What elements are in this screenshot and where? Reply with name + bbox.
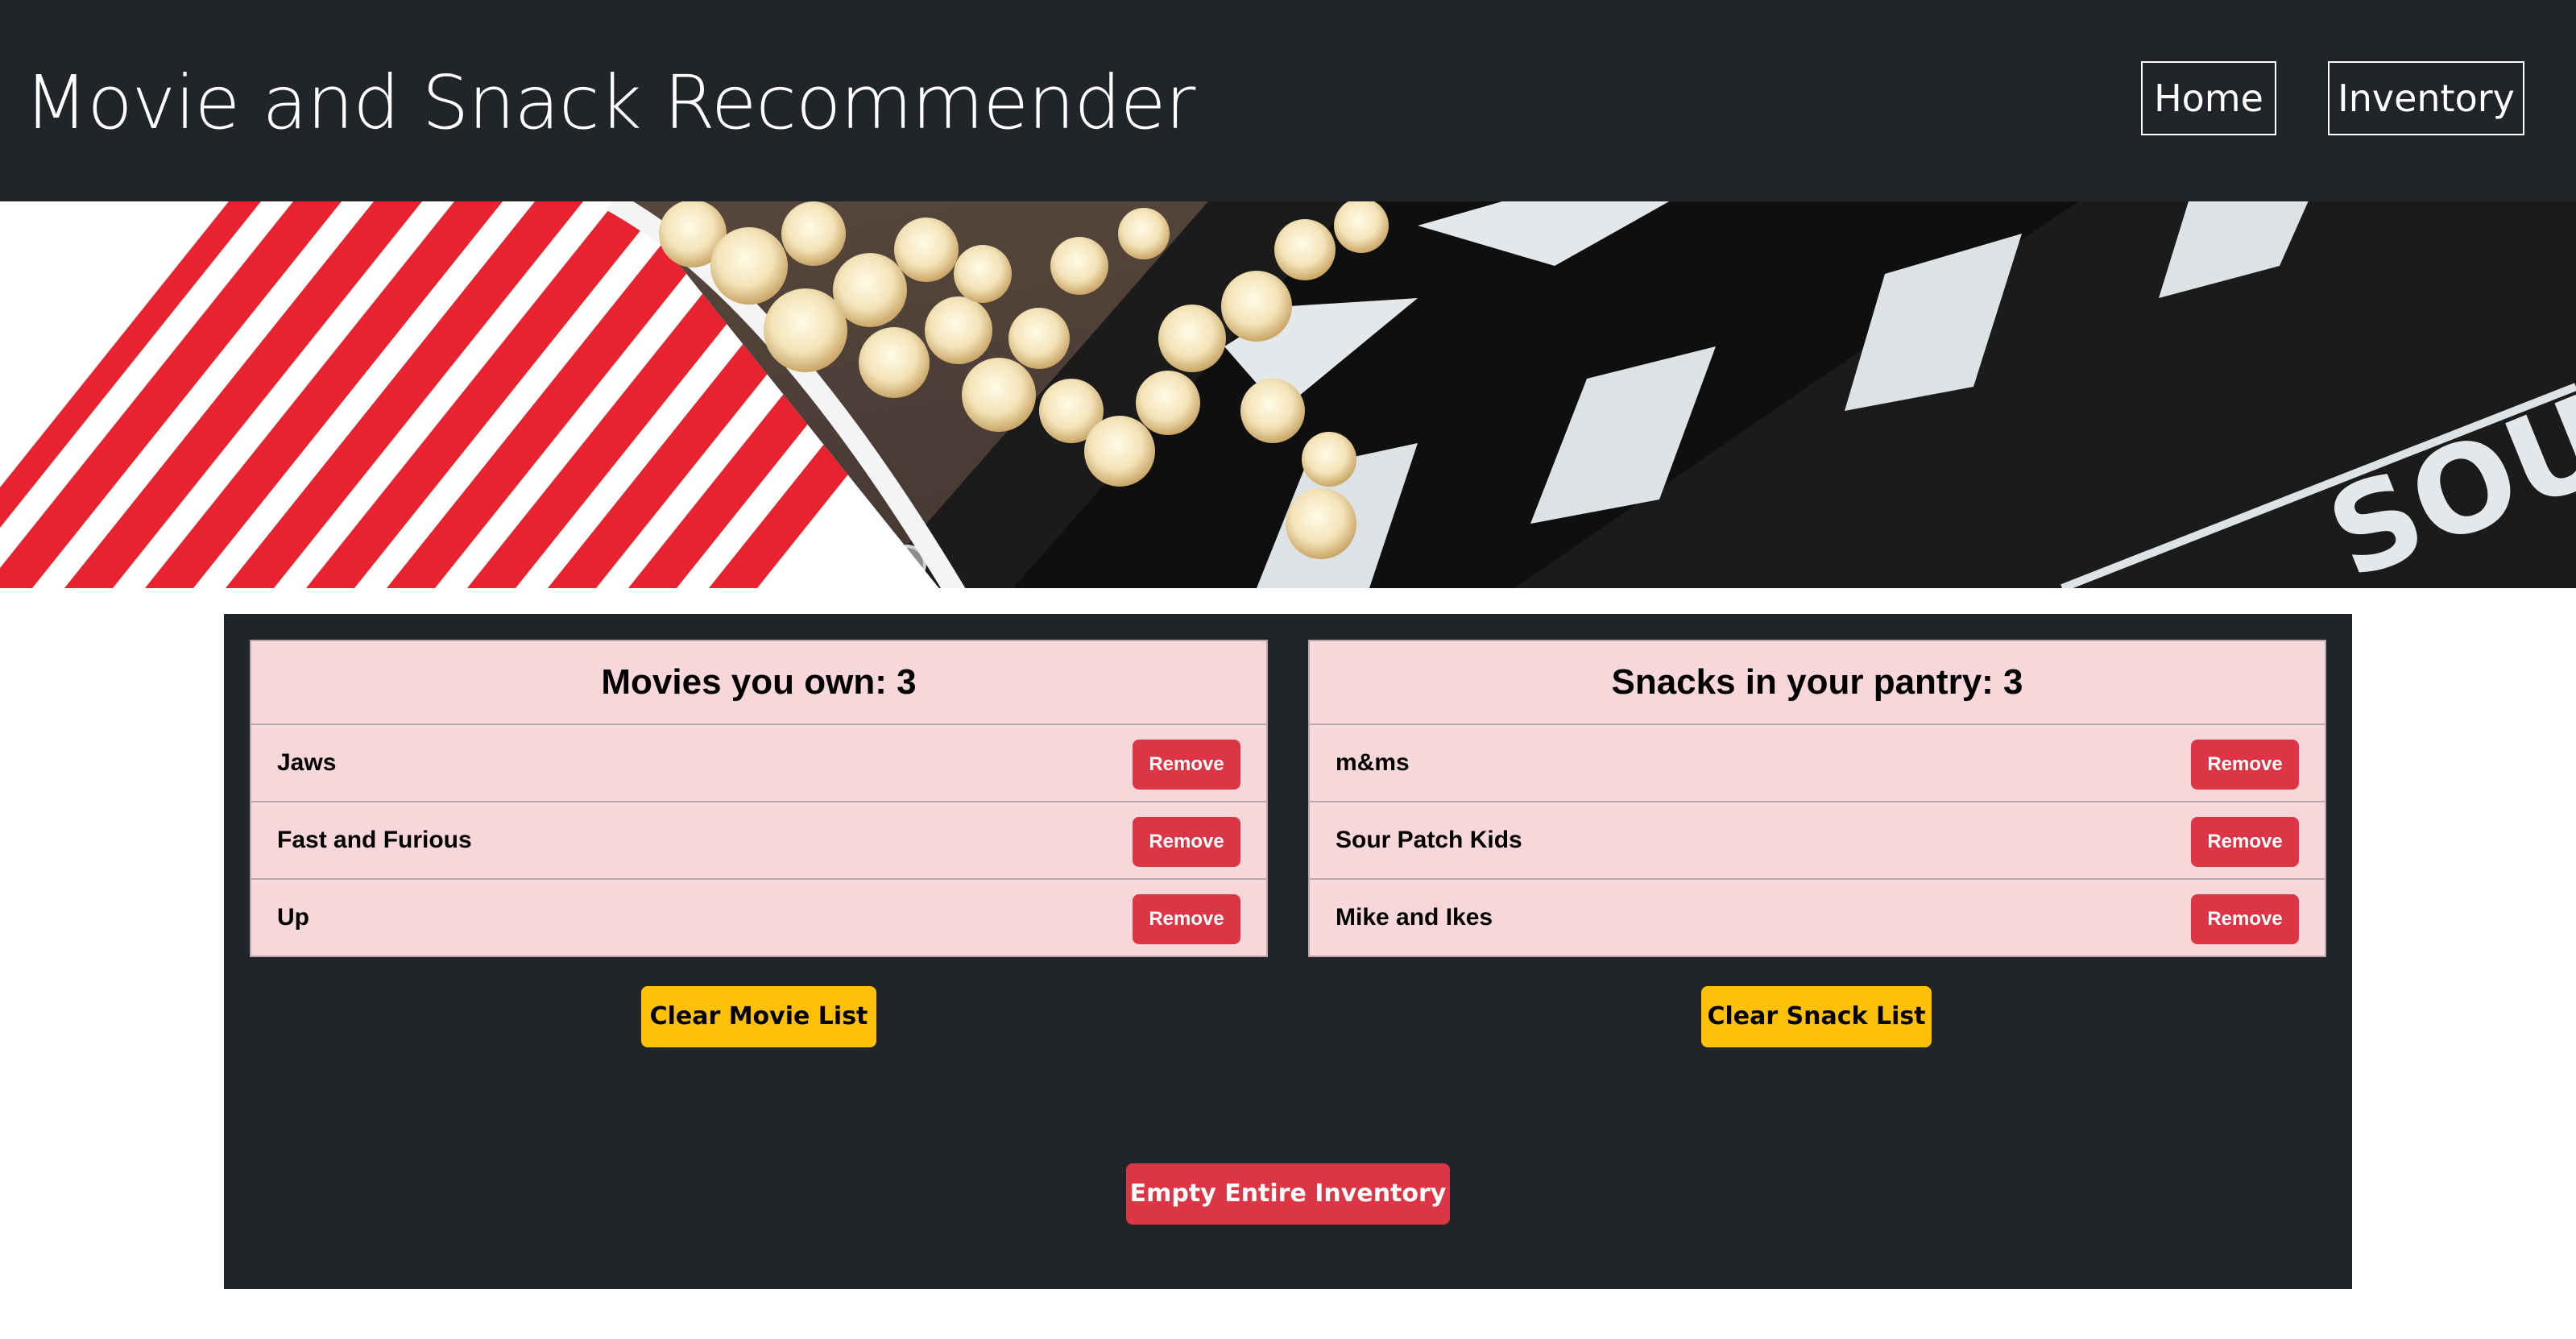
remove-movie-button[interactable]: Remove: [1133, 740, 1240, 790]
remove-movie-button[interactable]: Remove: [1133, 817, 1240, 867]
movies-card: Movies you own: 3 Jaws Remove Fast and F…: [250, 640, 1268, 957]
snack-row: m&ms Remove: [1310, 725, 2325, 802]
movie-row: Jaws Remove: [251, 725, 1266, 802]
snack-label: Sour Patch Kids: [1336, 827, 1522, 853]
clear-movie-list-button[interactable]: Clear Movie List: [641, 986, 876, 1047]
inventory-panel: Movies you own: 3 Jaws Remove Fast and F…: [224, 614, 2352, 1289]
movie-label: Jaws: [277, 749, 337, 776]
movie-row: Up Remove: [251, 880, 1266, 956]
snack-row: Mike and Ikes Remove: [1310, 880, 2325, 956]
movie-row: Fast and Furious Remove: [251, 802, 1266, 880]
remove-movie-button[interactable]: Remove: [1133, 894, 1240, 944]
movie-label: Up: [277, 904, 309, 931]
snacks-title: Snacks in your pantry: 3: [1310, 641, 2325, 725]
movies-title: Movies you own: 3: [251, 641, 1266, 725]
snacks-card: Snacks in your pantry: 3 m&ms Remove Sou…: [1308, 640, 2326, 957]
empty-inventory-button[interactable]: Empty Entire Inventory: [1126, 1163, 1450, 1225]
snack-label: Mike and Ikes: [1336, 904, 1493, 931]
site-header: Movie and Snack Recommender Home Invento…: [0, 0, 2576, 201]
snack-label: m&ms: [1336, 749, 1410, 776]
remove-snack-button[interactable]: Remove: [2191, 740, 2299, 790]
hero-banner: SOU: [0, 201, 2576, 588]
remove-snack-button[interactable]: Remove: [2191, 894, 2299, 944]
nav-inventory-button[interactable]: Inventory: [2328, 61, 2524, 135]
hero-image: SOU: [0, 201, 2576, 588]
snack-row: Sour Patch Kids Remove: [1310, 802, 2325, 880]
clear-snack-list-button[interactable]: Clear Snack List: [1701, 986, 1932, 1047]
site-title: Movie and Snack Recommender: [24, 60, 1195, 146]
remove-snack-button[interactable]: Remove: [2191, 817, 2299, 867]
nav-home-button[interactable]: Home: [2141, 61, 2276, 135]
movie-label: Fast and Furious: [277, 827, 472, 853]
